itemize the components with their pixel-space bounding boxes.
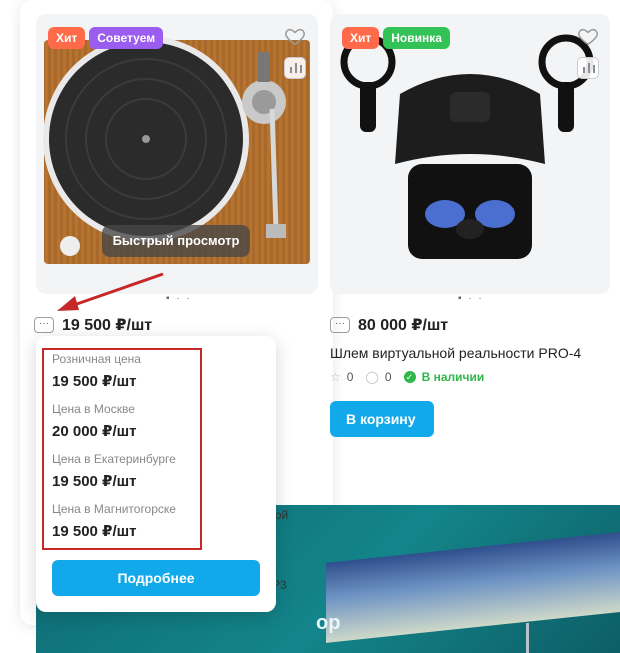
recommend-badge: Советуем [89, 27, 164, 49]
stock-status: В наличии [421, 370, 485, 384]
product1-price-row: ··· 19 500 ₽/шт [34, 315, 152, 335]
add-to-cart-button[interactable]: В корзину [330, 401, 434, 437]
new-badge: Новинка [383, 27, 450, 49]
price-value-moscow: 20 000 ₽/шт [52, 423, 137, 440]
rating-count: 0 [346, 370, 354, 384]
product2-badges: Хит Новинка [342, 27, 450, 49]
heart-icon[interactable] [577, 25, 599, 47]
product2-title[interactable]: Шлем виртуальной реальности PRO-4 [330, 345, 581, 361]
product2-price: 80 000 ₽/шт [358, 317, 449, 334]
price-label-moscow: Цена в Москве [52, 402, 135, 416]
details-button[interactable]: Подробнее [52, 560, 260, 596]
catalog-page: Хит Советуем Быстрый просмотр ▪ · · ··· … [0, 0, 620, 653]
vr-headset-illustration [340, 34, 594, 259]
heart-icon[interactable] [284, 25, 306, 47]
pagination-dots: ▪ · · [458, 293, 484, 304]
product1-badges: Хит Советуем [48, 27, 164, 49]
banner-text: ор [316, 612, 341, 634]
tv-stand [526, 623, 529, 653]
product-image-vr-headset[interactable] [330, 14, 610, 294]
tv-image [326, 527, 620, 643]
quick-view-button[interactable]: Быстрый просмотр [102, 225, 250, 257]
hit-badge: Хит [48, 27, 86, 49]
product2-meta: ☆ 0 ◯ 0 ✓ В наличии [330, 370, 484, 384]
price-value-magnitogorsk: 19 500 ₽/шт [52, 523, 137, 540]
reviews-count: 0 [384, 370, 392, 384]
price-label-ekaterinburg: Цена в Екатеринбурге [52, 452, 176, 466]
price-label-magnitogorsk: Цена в Магнитогорске [52, 502, 176, 516]
price-label-retail: Розничная цена [52, 352, 141, 366]
compare-icon[interactable] [284, 57, 306, 79]
hit-badge: Хит [342, 27, 380, 49]
ellipsis-icon[interactable]: ··· [34, 317, 54, 333]
compare-icon[interactable] [577, 57, 599, 79]
product2-price-row: ··· 80 000 ₽/шт [330, 315, 448, 335]
comment-icon: ◯ [365, 370, 379, 384]
check-icon: ✓ [403, 371, 416, 383]
price-value-ekaterinburg: 19 500 ₽/шт [52, 473, 137, 490]
star-icon: ☆ [330, 370, 341, 384]
arrow-annotation-icon [57, 272, 164, 311]
product1-price: 19 500 ₽/шт [62, 317, 153, 334]
ellipsis-icon[interactable]: ··· [330, 317, 350, 333]
price-value-retail: 19 500 ₽/шт [52, 373, 137, 390]
